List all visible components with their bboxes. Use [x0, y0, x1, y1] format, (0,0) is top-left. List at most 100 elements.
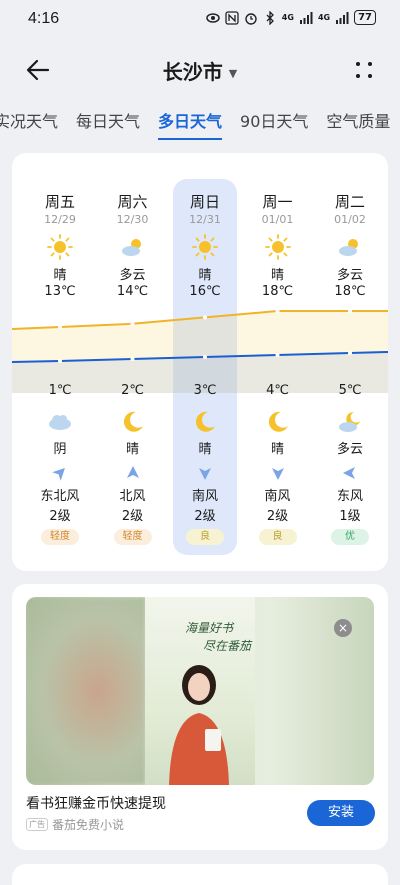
city-name: 长沙市 — [162, 60, 223, 84]
poster-person-illustration — [169, 665, 229, 785]
bluetooth-icon — [266, 10, 274, 25]
forecast-date: 01/01 — [261, 213, 294, 226]
nfc-icon — [225, 10, 239, 25]
sun-icon — [47, 234, 73, 260]
header: 长沙市 ▼ — [0, 50, 400, 90]
wind-arrow-icon — [343, 467, 355, 479]
poster-line-1: 海量好书 — [185, 621, 234, 635]
high-temperature: 13℃ — [44, 284, 76, 299]
forecast-date: 01/02 — [334, 213, 366, 226]
night-condition: 多云 — [336, 442, 363, 457]
high-temp-point — [203, 315, 207, 320]
low-temperature: 5℃ — [338, 383, 362, 398]
low-temp-point — [58, 359, 62, 363]
night-condition: 晴 — [198, 442, 212, 457]
wind-level: 2级 — [266, 509, 289, 524]
wind-direction: 东北风 — [40, 489, 80, 504]
air-quality-badge: 良 — [258, 529, 297, 545]
low-temperature: 2℃ — [121, 383, 144, 398]
signal-icon-2 — [336, 11, 349, 24]
sun-icon — [264, 234, 291, 260]
city-selector[interactable]: 长沙市 ▼ — [0, 56, 400, 85]
tab-air-quality[interactable]: 空气质量 — [326, 108, 390, 140]
ad-blur-background — [26, 597, 146, 785]
wind-arrow-icon — [52, 468, 65, 481]
forecast-date: 12/29 — [44, 213, 76, 226]
signal-icon — [299, 11, 313, 24]
tab-bar: 实况天气 每日天气 多日天气 90日天气 空气质量 — [0, 108, 390, 140]
high-temp-point — [130, 321, 135, 326]
air-quality-badge: 轻度 — [113, 529, 152, 545]
air-quality-badge: 轻度 — [41, 529, 79, 545]
moon-icon — [268, 411, 288, 432]
air-quality-badge: 优 — [331, 529, 369, 545]
forecast-weekday: 周六 — [117, 193, 148, 211]
eye-icon — [206, 12, 220, 23]
forecast-weekday: 周二 — [334, 193, 365, 211]
wind-level: 2级 — [194, 509, 216, 524]
sun-icon — [192, 234, 218, 260]
day-condition: 晴 — [198, 268, 212, 283]
night-condition: 阴 — [53, 442, 67, 457]
partly-cloudy-night-icon — [339, 411, 360, 432]
day-condition: 晴 — [53, 268, 67, 283]
forecast-date: 12/30 — [116, 213, 149, 226]
night-condition: 晴 — [270, 442, 284, 457]
ad-tag: 广告 — [26, 818, 48, 831]
install-button[interactable]: 安装 — [307, 800, 375, 826]
battery-icon: 77 — [354, 10, 376, 25]
status-icons: 4G 4G 77 — [206, 10, 376, 25]
night-condition: 晴 — [125, 442, 139, 457]
wind-direction: 南风 — [264, 489, 291, 504]
high-temperature: 16℃ — [189, 284, 221, 299]
partly-cloudy-icon — [339, 239, 358, 256]
more-options-icon[interactable] — [354, 60, 374, 80]
wind-direction: 东风 — [336, 489, 363, 504]
wind-direction: 南风 — [191, 489, 218, 504]
moon-icon — [195, 411, 215, 432]
signal-4g-label-2: 4G — [317, 13, 331, 22]
wind-arrow-icon — [199, 468, 211, 480]
alarm-icon — [245, 12, 257, 25]
low-temperature: 4℃ — [266, 383, 289, 398]
high-temp-point — [275, 309, 280, 313]
signal-4g-label: 4G — [281, 13, 294, 22]
forecast-weekday: 周一 — [262, 193, 293, 211]
tab-daily-weather[interactable]: 每日天气 — [76, 108, 140, 140]
temperature-chart — [12, 309, 388, 393]
ad-image[interactable]: 海量好书 尽在番茄 × — [26, 597, 374, 785]
forecast-date: 12/31 — [189, 213, 221, 226]
air-quality-badge: 良 — [186, 529, 224, 545]
high-temp-point — [348, 309, 352, 313]
ad-card[interactable]: 海量好书 尽在番茄 × 看书狂赚金币快速提现 广告 番茄免费小说 安装 — [12, 584, 388, 850]
tab-multi-day-weather[interactable]: 多日天气 — [158, 108, 223, 140]
high-temp-point — [58, 325, 62, 329]
status-bar: 4:16 4G 4G 77 — [0, 0, 400, 38]
moon-icon — [123, 411, 143, 432]
wind-level: 2级 — [49, 509, 71, 524]
low-temp-point — [130, 357, 135, 361]
partly-cloudy-icon — [121, 239, 141, 256]
forecast-weekday: 周五 — [44, 193, 75, 211]
wind-arrow-icon — [126, 466, 139, 478]
poster-line-2: 尽在番茄 — [203, 639, 252, 653]
ad-source: 番茄免费小说 — [52, 818, 125, 832]
wind-arrow-icon — [271, 468, 284, 480]
ad-close-button[interactable]: × — [334, 619, 352, 637]
ad-poster: 海量好书 尽在番茄 — [145, 597, 255, 785]
forecast-weekday: 周日 — [189, 193, 220, 211]
next-card — [12, 864, 388, 885]
wind-level: 1级 — [339, 509, 361, 524]
tab-live-weather[interactable]: 实况天气 — [0, 108, 58, 140]
low-temperature: 1℃ — [48, 383, 72, 398]
day-condition: 多云 — [336, 268, 363, 283]
low-temp-point — [348, 351, 352, 355]
cloud-icon — [49, 415, 71, 430]
wind-direction: 北风 — [119, 489, 146, 504]
wind-level: 2级 — [121, 509, 144, 524]
status-time: 4:16 — [28, 10, 60, 27]
multi-day-forecast-card: 周五 12/29 晴 13℃ 1℃ 阴东北风 2级 轻度 周六 12/30 多云 14℃ 2℃ 晴北风 2级… — [12, 153, 388, 571]
ad-title[interactable]: 看书狂赚金币快速提现 — [26, 793, 166, 813]
high-temperature: 18℃ — [261, 284, 294, 299]
tab-90-day-weather[interactable]: 90日天气 — [240, 108, 308, 140]
